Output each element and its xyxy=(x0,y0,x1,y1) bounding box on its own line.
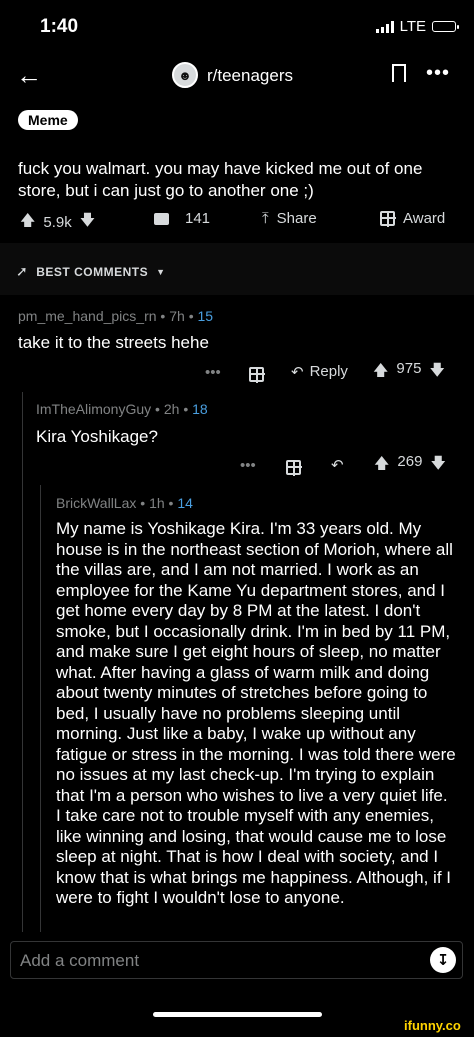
share-button[interactable]: ⤒ Share xyxy=(262,210,317,227)
sort-label: BEST COMMENTS xyxy=(36,264,149,279)
gift-icon[interactable] xyxy=(286,459,302,476)
comment-count: 141 xyxy=(185,210,211,227)
vote-group: 🡅 975 🡇 xyxy=(373,360,445,385)
subreddit-avatar[interactable]: ☻ xyxy=(172,62,198,88)
comment-author[interactable]: pm_me_hand_pics_rn xyxy=(18,308,157,324)
comment-score: 18 xyxy=(192,401,208,417)
thread-line xyxy=(40,485,41,937)
comment-icon xyxy=(154,212,169,225)
battery-icon xyxy=(432,21,459,32)
reply-button[interactable]: ↶ Reply xyxy=(291,363,348,381)
comment-meta: ImTheAlimonyGuy • 2h • 18 xyxy=(36,401,208,417)
comment-author[interactable]: ImTheAlimonyGuy xyxy=(36,401,151,417)
home-indicator[interactable] xyxy=(153,1012,322,1017)
comment-placeholder[interactable]: Add a comment xyxy=(20,951,139,971)
share-icon: ⤒ xyxy=(262,210,269,227)
comment-body: take it to the streets hehe xyxy=(18,333,209,352)
reply-label: Reply xyxy=(309,363,348,380)
status-time: 1:40 xyxy=(40,16,79,37)
vote-group: 🡅 269 🡇 xyxy=(374,453,446,478)
network-label: LTE xyxy=(399,18,426,35)
comment-time: 7h xyxy=(169,308,185,324)
more-options-icon[interactable]: ••• xyxy=(426,62,450,85)
comments-button[interactable]: 141 xyxy=(154,210,210,227)
comment-score: 15 xyxy=(197,308,214,324)
signal-icon xyxy=(375,20,394,33)
post-action-bar: 🡅 5.9k 🡇 141 ⤒ Share Award xyxy=(0,210,474,234)
subreddit-name[interactable]: r/teenagers xyxy=(207,66,293,86)
comment-author[interactable]: BrickWallLax xyxy=(56,495,136,511)
award-button[interactable]: Award xyxy=(380,210,445,227)
upvote-icon[interactable]: 🡅 xyxy=(374,453,389,478)
gift-icon[interactable] xyxy=(249,366,265,383)
reply-icon: ↶ xyxy=(291,364,304,381)
more-icon[interactable]: ••• xyxy=(205,364,221,381)
post-title: fuck you walmart. you may have kicked me… xyxy=(18,159,423,200)
comment-action-row: ••• ↶ Reply 🡅 975 🡇 xyxy=(0,360,474,385)
chevron-double-down-icon[interactable]: ↧ xyxy=(430,947,456,973)
watermark-logo: ifunny.co xyxy=(404,1018,461,1033)
downvote-icon[interactable]: 🡇 xyxy=(80,210,95,235)
downvote-icon[interactable]: 🡇 xyxy=(430,453,445,478)
vote-count: 975 xyxy=(396,359,422,377)
share-label: Share xyxy=(276,210,317,227)
more-icon[interactable]: ••• xyxy=(240,457,256,474)
status-indicators: LTE xyxy=(375,18,459,35)
back-arrow-icon[interactable]: ← xyxy=(16,60,42,91)
comment-score: 14 xyxy=(177,495,193,511)
gift-icon xyxy=(380,211,396,227)
chevron-down-icon: ▼ xyxy=(156,266,166,277)
rocket-icon: ➚ xyxy=(16,263,29,279)
comment-time: 2h xyxy=(163,401,180,417)
comment-body: Kira Yoshikage? xyxy=(36,427,158,446)
comment-body: My name is Yoshikage Kira. I'm 33 years … xyxy=(56,519,456,907)
upvote-icon[interactable]: 🡅 xyxy=(20,210,35,235)
post-flair: Meme xyxy=(18,110,78,130)
bookmark-icon[interactable] xyxy=(392,64,406,88)
reply-icon[interactable]: ↶ xyxy=(331,456,344,474)
award-label: Award xyxy=(403,210,446,227)
comment-time: 1h xyxy=(149,495,165,511)
sort-dropdown[interactable]: ➚ BEST COMMENTS ▼ xyxy=(16,263,166,280)
comment-meta: pm_me_hand_pics_rn • 7h • 15 xyxy=(18,308,214,324)
upvote-icon[interactable]: 🡅 xyxy=(373,360,388,385)
comment-meta: BrickWallLax • 1h • 14 xyxy=(56,495,193,511)
vote-count: 269 xyxy=(397,452,423,470)
vote-group: 🡅 5.9k 🡇 xyxy=(20,210,95,235)
comment-action-row: ••• ↶ 🡅 269 🡇 xyxy=(0,453,474,478)
downvote-icon[interactable]: 🡇 xyxy=(429,360,444,385)
upvote-count: 5.9k xyxy=(43,214,72,231)
